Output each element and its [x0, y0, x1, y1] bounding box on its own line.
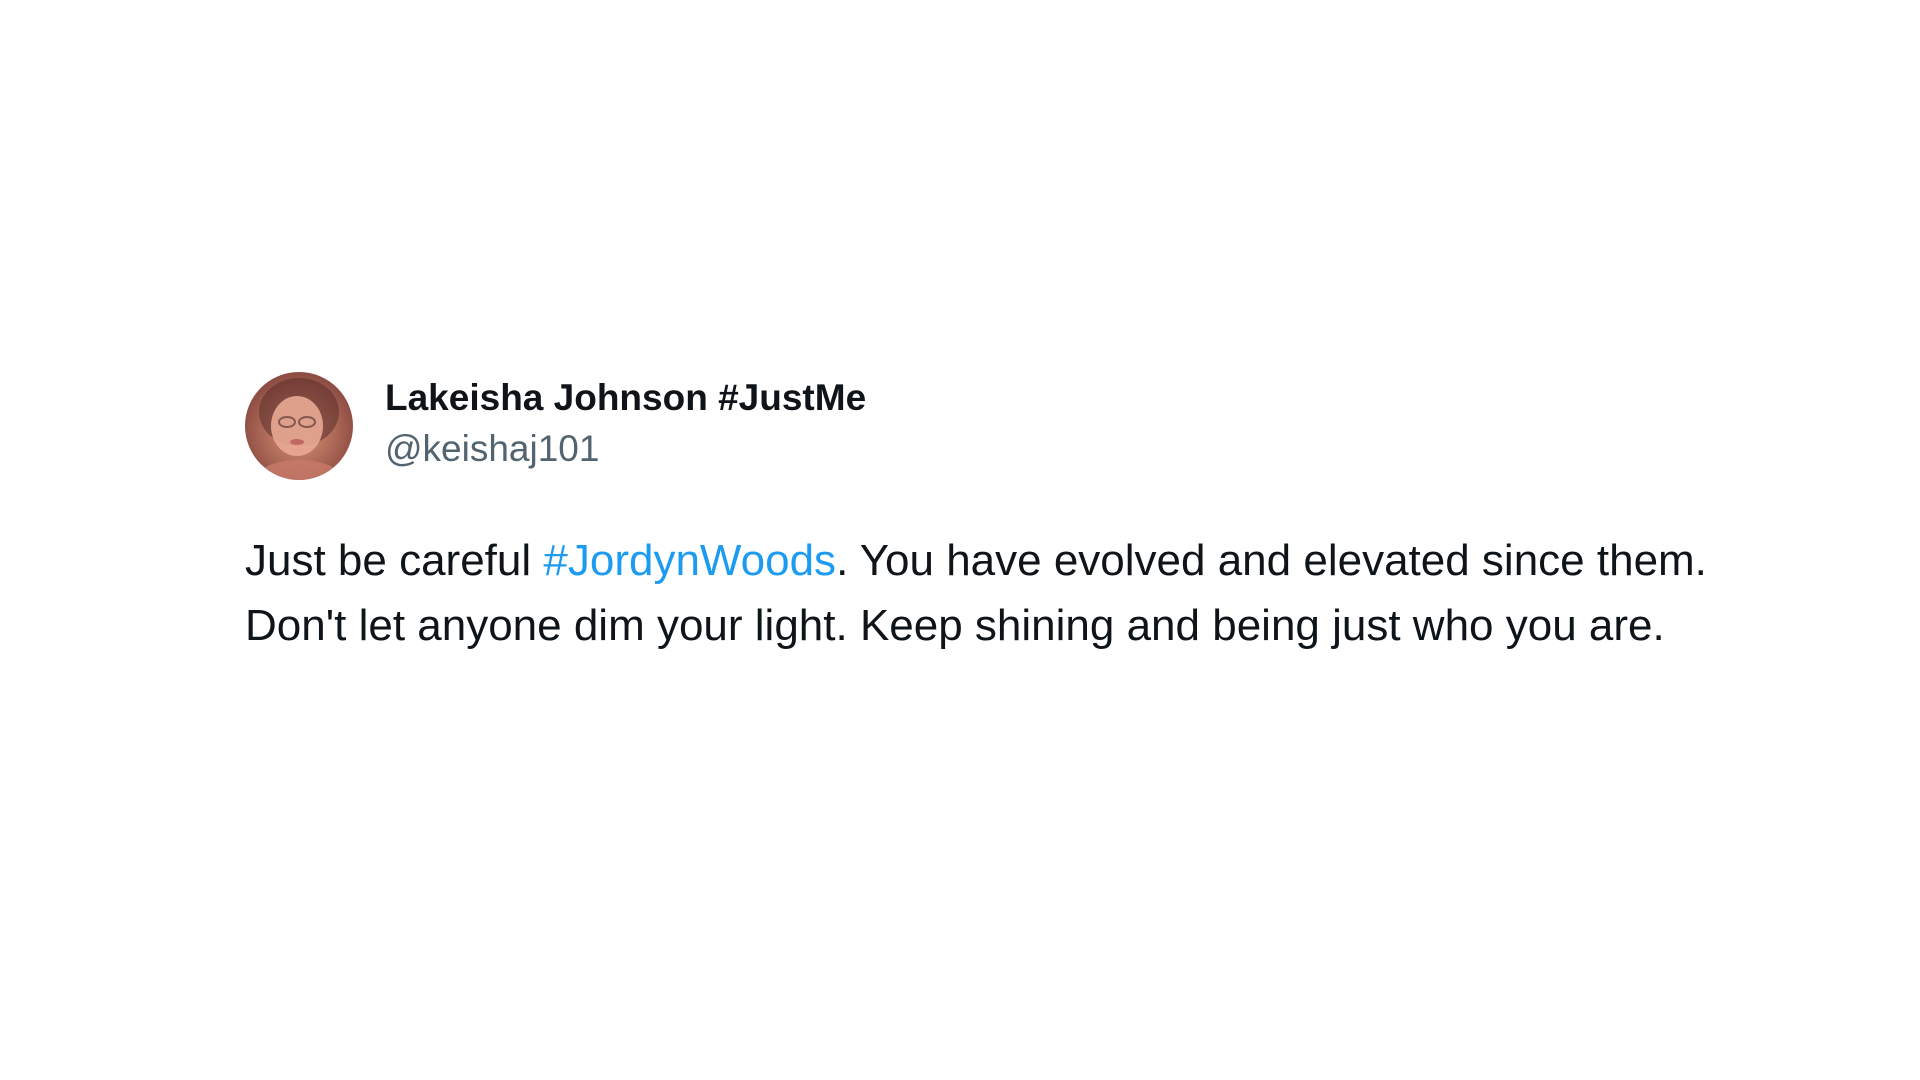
avatar[interactable]: [245, 372, 353, 480]
hashtag-link[interactable]: #JordynWoods: [543, 536, 836, 585]
author-names: Lakeisha Johnson #JustMe @keishaj101: [385, 375, 866, 473]
tweet-text-start: Just be careful: [245, 536, 544, 585]
author-handle[interactable]: @keishaj101: [385, 425, 866, 473]
author-display-name[interactable]: Lakeisha Johnson #JustMe: [385, 375, 866, 421]
tweet-text: Just be careful #JordynWoods. You have e…: [245, 528, 1715, 658]
tweet-card: Lakeisha Johnson #JustMe @keishaj101 Jus…: [245, 372, 1715, 658]
avatar-photo-icon: [255, 378, 343, 480]
tweet-header: Lakeisha Johnson #JustMe @keishaj101: [245, 372, 1715, 480]
